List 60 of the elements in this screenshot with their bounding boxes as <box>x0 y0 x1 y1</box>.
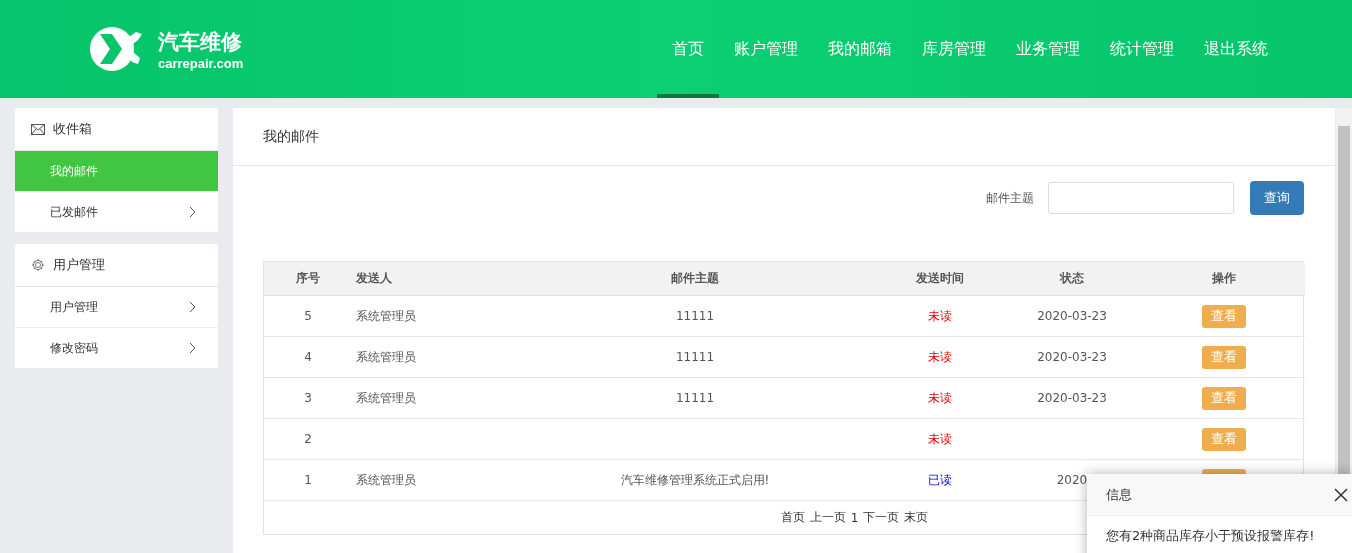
table-cell: 11111 <box>512 337 878 378</box>
field-label: 邮件主题 <box>986 189 1034 207</box>
status-text: 未读 <box>878 378 1002 419</box>
panel-title: 我的邮件 <box>263 127 319 146</box>
table-cell: 2020-03-23 <box>1002 296 1142 337</box>
column-header: 邮件主题 <box>512 262 878 296</box>
settings-icon <box>31 258 45 272</box>
table-cell: 系统管理员 <box>352 337 512 378</box>
table-cell: 2020-03-23 <box>1002 378 1142 419</box>
nav-link[interactable]: 库房管理 <box>907 0 1001 98</box>
nav-link[interactable]: 业务管理 <box>1001 0 1095 98</box>
table-cell: 5 <box>264 296 352 337</box>
nav-link[interactable]: 统计管理 <box>1095 0 1189 98</box>
nav-link[interactable]: 我的邮箱 <box>813 0 907 98</box>
popup-message: 您有2种商品库存小于预设报警库存! <box>1105 527 1316 545</box>
table-cell: 1 <box>264 460 352 501</box>
table-cell: 2 <box>264 419 352 460</box>
view-button[interactable]: 查看 <box>1201 304 1246 328</box>
table-cell: 3 <box>264 378 352 419</box>
status-text: 未读 <box>878 419 1002 460</box>
table-cell: 11111 <box>512 378 878 419</box>
chevron-right-icon <box>189 342 196 354</box>
pagination-link[interactable]: 首页 <box>780 509 805 526</box>
chevron-right-icon <box>189 206 196 218</box>
sidebar-item[interactable]: 我的邮件 <box>15 151 218 192</box>
status-text: 未读 <box>878 296 1002 337</box>
pagination-link[interactable]: 1 <box>850 510 859 525</box>
search-button[interactable]: 查询 <box>1250 181 1304 215</box>
pagination-link[interactable]: 末页 <box>904 509 929 526</box>
column-header: 序号 <box>264 262 352 296</box>
view-button[interactable]: 查看 <box>1201 427 1246 451</box>
subject-input[interactable] <box>1048 182 1234 214</box>
table-cell: 系统管理员 <box>352 378 512 419</box>
column-header: 操作 <box>1142 262 1305 296</box>
logo-domain: carrepair.com <box>158 55 244 71</box>
nav-link[interactable]: 首页 <box>657 0 719 98</box>
popup-title: 信息 <box>1106 485 1132 504</box>
logo-title: 汽车维修 <box>158 28 243 56</box>
column-header: 发送时间 <box>878 262 1002 296</box>
table-cell: 2020-03-23 <box>1002 337 1142 378</box>
sidebar-group-title: 收件箱 <box>53 120 92 138</box>
table-cell: 11111 <box>512 296 878 337</box>
table-cell: 系统管理员 <box>352 296 512 337</box>
status-text: 已读 <box>878 460 1002 501</box>
close-icon[interactable] <box>1334 487 1348 502</box>
view-button[interactable]: 查看 <box>1201 345 1246 369</box>
table-cell: 系统管理员 <box>352 460 512 501</box>
column-header: 状态 <box>1002 262 1142 296</box>
view-button[interactable]: 查看 <box>1201 386 1246 410</box>
pagination-link[interactable]: 下一页 <box>863 509 900 526</box>
mail-icon <box>31 123 45 135</box>
sidebar-group-title: 用户管理 <box>53 256 105 274</box>
nav-link[interactable]: 账户管理 <box>719 0 813 98</box>
column-header: 发送人 <box>352 262 512 296</box>
status-text: 未读 <box>878 337 1002 378</box>
pagination-link[interactable]: 上一页 <box>809 509 846 526</box>
nav-link[interactable]: 退出系统 <box>1189 0 1283 98</box>
table-cell: 汽车维修管理系统正式启用! <box>512 460 878 501</box>
table-cell: 4 <box>264 337 352 378</box>
chevron-right-icon <box>189 301 196 313</box>
